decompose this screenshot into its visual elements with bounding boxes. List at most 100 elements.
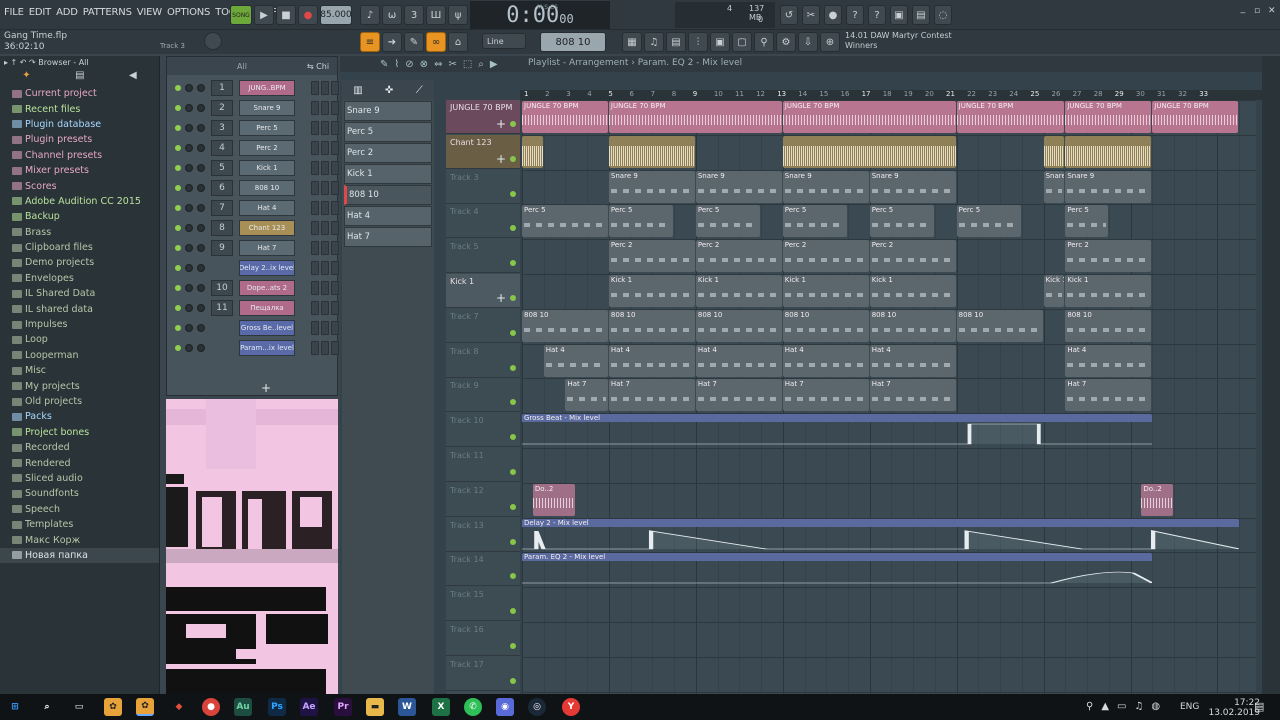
browser-item[interactable]: My projects (0, 378, 159, 393)
window-close-icon[interactable]: ✕ (1268, 6, 1276, 16)
slice-tool-icon[interactable]: ✂ (448, 59, 456, 70)
channel-row[interactable]: 4 Perc 2 (171, 139, 339, 157)
track-header[interactable]: Track 17 (446, 657, 520, 691)
chrome-icon[interactable]: ● (202, 698, 220, 716)
arrangement-grid[interactable]: JUNGLE 70 BPM JUNGLE 70 BPM JUNGLE 70 BPM J… (522, 100, 1256, 694)
channel-pan-knob[interactable] (185, 324, 193, 332)
step-edit-button[interactable]: Ш (426, 5, 446, 25)
channel-mute-led[interactable] (175, 125, 181, 131)
browser-item[interactable]: Misc (0, 363, 159, 378)
picker-audio-icon[interactable]: ✜ (385, 85, 393, 96)
channel-pan-knob[interactable] (185, 144, 193, 152)
track-mute-led[interactable] (510, 677, 516, 684)
playlist-clip[interactable]: Hat 7 (695, 379, 782, 412)
playlist-clip[interactable]: 808 10 (608, 309, 695, 342)
channel-pan-knob[interactable] (185, 224, 193, 232)
playlist-clip[interactable] (608, 135, 695, 168)
playlist-clip[interactable]: 808 10 (1065, 309, 1152, 342)
channel-mixer-track[interactable]: 3 (211, 120, 233, 136)
track-header[interactable]: Track 14 (446, 552, 520, 587)
channel-volume-knob[interactable] (197, 244, 205, 252)
channel-pan-knob[interactable] (185, 104, 193, 112)
playlist-clip[interactable]: Snare 9 (782, 170, 869, 203)
save-button[interactable]: ▣ (890, 5, 908, 25)
playlist-clip[interactable]: Hat 7 (1065, 379, 1152, 412)
cut-button[interactable]: ✂ (802, 5, 820, 25)
playlist-clip[interactable]: JUNGLE 70 BPM (782, 101, 956, 133)
track-mute-led[interactable] (510, 364, 516, 371)
playlist-clip[interactable]: Snare 9 (1043, 170, 1065, 203)
channel-name-button[interactable]: Delay 2..ix level (239, 260, 295, 276)
song-mode-toggle[interactable]: SONG (230, 5, 252, 25)
plugin-button[interactable]: ⚲ (754, 32, 774, 52)
channel-steps[interactable] (311, 141, 339, 155)
playlist-clip[interactable]: 808 10 (695, 309, 782, 342)
browser-item[interactable]: Templates (0, 517, 159, 532)
word-icon[interactable]: W (398, 698, 416, 716)
playlist-clip[interactable]: Snare 9 (608, 170, 695, 203)
browser-item[interactable]: Sliced audio (0, 471, 159, 486)
playlist-clip[interactable] (782, 135, 956, 168)
picker-patterns-icon[interactable]: ▥ (353, 85, 362, 96)
channel-steps[interactable] (311, 81, 339, 95)
channel-pan-knob[interactable] (185, 124, 193, 132)
channel-row[interactable]: 3 Perc 5 (171, 119, 339, 137)
playlist-clip[interactable]: Hat 7 (869, 379, 956, 412)
playlist-clip[interactable]: Kick 1 (1065, 275, 1152, 307)
playlist-clip[interactable]: Hat 4 (695, 344, 782, 377)
playlist-clip[interactable]: Perc 2 (1065, 240, 1152, 273)
tuner-button[interactable]: ⚙ (776, 32, 796, 52)
playlist-clip[interactable]: Hat 7 (565, 379, 608, 412)
language-indicator[interactable]: ENG (1180, 702, 1199, 712)
track-mute-led[interactable] (510, 434, 516, 441)
channel-steps[interactable] (311, 101, 339, 115)
track-header[interactable]: Track 9 (446, 378, 520, 413)
channel-volume-knob[interactable] (197, 204, 205, 212)
paint-tool-icon[interactable]: ⌇ (394, 59, 399, 70)
add-channel-button[interactable]: + (261, 381, 271, 395)
automation-clip[interactable]: Param. EQ 2 - Mix level (522, 553, 1153, 585)
playlist-clip[interactable]: Hat 4 (543, 344, 608, 377)
channel-steps[interactable] (311, 261, 339, 275)
track-header[interactable]: Kick 1 + (446, 274, 520, 308)
channel-pan-knob[interactable] (185, 164, 193, 172)
channel-mixer-track[interactable]: 10 (211, 280, 233, 296)
browser-item[interactable]: Backup (0, 209, 159, 224)
channel-steps[interactable] (311, 341, 339, 355)
playlist-clip[interactable]: Perc 2 (782, 240, 869, 273)
export-button[interactable]: ▤ (912, 5, 930, 25)
channel-row[interactable]: Gross Be..level (171, 319, 339, 337)
channel-volume-knob[interactable] (197, 284, 205, 292)
channel-filter[interactable]: All (237, 62, 247, 71)
track-mute-led[interactable] (510, 608, 516, 615)
channel-row[interactable]: Param...ix level (171, 339, 339, 357)
track-mute-led[interactable] (510, 503, 516, 510)
playlist-clip[interactable] (522, 135, 543, 168)
news-hint[interactable]: 14.01 DAW Martyr Contest Winners (845, 31, 952, 51)
news-button[interactable]: ⊕ (820, 32, 840, 52)
channel-steps[interactable] (311, 181, 339, 195)
picker-pattern-item[interactable]: Perc 5 (344, 122, 432, 142)
picker-pattern-item[interactable]: Hat 7 (344, 227, 432, 247)
track-header[interactable]: Track 12 (446, 483, 520, 517)
track-header[interactable]: JUNGLE 70 BPM + (446, 100, 520, 134)
channel-name-button[interactable]: Gross Be..level (239, 320, 295, 336)
browser-item[interactable]: Loop (0, 332, 159, 347)
search-icon[interactable]: ⌕ (38, 698, 56, 716)
browser-item[interactable]: Soundfonts (0, 486, 159, 501)
channel-volume-knob[interactable] (197, 324, 205, 332)
pattern-selector[interactable]: 808 10 (540, 32, 606, 52)
track-header[interactable]: Track 4 (446, 204, 520, 239)
mic-button[interactable]: ● (824, 5, 842, 25)
browser-item[interactable]: Current project (0, 86, 159, 101)
channel-pan-knob[interactable] (185, 284, 193, 292)
channel-steps[interactable] (311, 241, 339, 255)
channel-volume-knob[interactable] (197, 304, 205, 312)
menu-item-edit[interactable]: EDIT (29, 7, 51, 18)
playlist-clip[interactable]: Kick 1 (608, 275, 695, 307)
snap-select[interactable]: Line (482, 33, 526, 49)
track-header[interactable]: Track 16 (446, 622, 520, 656)
playlist-scrollbar[interactable] (1262, 56, 1280, 694)
channel-mute-led[interactable] (175, 225, 181, 231)
channel-row[interactable]: 5 Kick 1 (171, 159, 339, 177)
